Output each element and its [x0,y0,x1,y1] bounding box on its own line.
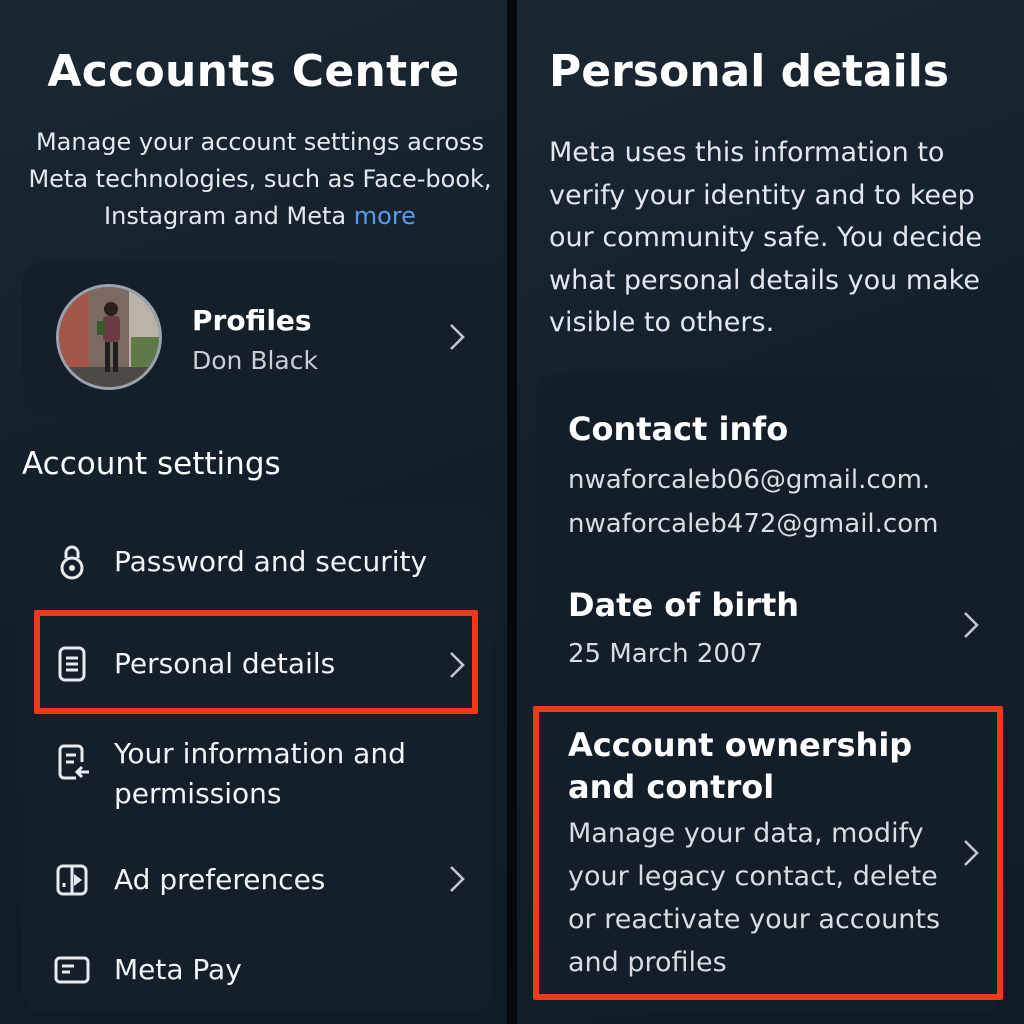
highlight-box-personal-details [34,610,478,714]
account-settings-heading: Account settings [22,446,281,482]
settings-item-meta-pay[interactable]: Meta Pay [22,948,492,998]
accounts-centre-panel: Accounts Centre Manage your account sett… [0,0,507,1024]
settings-item-label: Ad preferences [114,863,326,896]
page-title: Accounts Centre [47,46,460,97]
settings-item-label: Meta Pay [114,953,242,986]
settings-item-label: Password and security [114,545,428,578]
page-title: Personal details [549,46,950,97]
highlight-box-account-ownership [533,706,1003,1000]
panel-divider [507,0,517,1024]
page-description: Meta uses this information to verify you… [549,137,983,338]
settings-item-password-security[interactable]: Password and security [22,538,492,588]
chevron-right-icon [960,610,982,640]
date-of-birth-heading: Date of birth [568,586,800,624]
settings-item-ad-preferences[interactable]: Ad preferences [22,858,492,908]
chevron-right-icon [446,322,468,352]
account-settings-list: Password and security Personal details Y… [22,508,492,1012]
contact-email: nwaforcaleb06@gmail.com. [568,465,931,495]
document-arrow-icon [52,742,92,782]
page-description: Manage your account settings across Meta… [20,124,500,235]
settings-item-information-permissions[interactable]: Your information and permissions [22,730,492,820]
payment-card-icon [52,950,92,990]
profiles-card[interactable]: Profiles Don Black [22,262,492,414]
date-of-birth-value: 25 March 2007 [568,639,764,669]
contact-info-heading: Contact info [568,410,789,448]
avatar [56,284,162,390]
ad-preferences-icon [52,860,92,900]
description-text: Manage your account settings across Meta… [28,128,492,230]
chevron-right-icon [446,864,468,894]
profile-name: Don Black [192,346,318,375]
lock-icon [52,542,92,582]
settings-item-label: Your information and permissions [114,737,406,810]
contact-email: nwaforcaleb472@gmail.com [568,509,939,539]
more-link[interactable]: more [354,202,416,230]
profiles-label: Profiles [192,304,312,337]
